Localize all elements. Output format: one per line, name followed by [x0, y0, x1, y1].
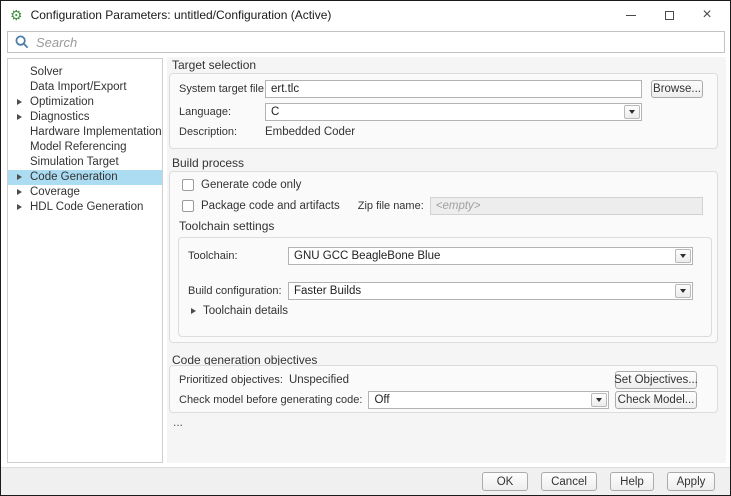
build-process-group: Generate code only Package code and arti… [169, 171, 718, 343]
toolchain-value: GNU GCC BeagleBone Blue [294, 250, 440, 262]
sidebar-item-simulation-target[interactable]: Simulation Target [8, 155, 162, 170]
sidebar-item-label: Optimization [30, 96, 94, 108]
sidebar-item-optimization[interactable]: Optimization [8, 95, 162, 110]
chevron-down-icon [680, 254, 686, 258]
window-controls: × [612, 1, 730, 29]
titlebar: ⚙ Configuration Parameters: untitled/Con… [1, 1, 730, 29]
target-selection-group: System target file: ert.tlc Browse... La… [169, 73, 718, 149]
dialog-footer: OK Cancel Help Apply [1, 467, 730, 495]
build-process-heading: Build process [172, 156, 244, 170]
check-model-dropdown[interactable]: Off [368, 391, 609, 409]
sidebar-item-label: Simulation Target [30, 156, 119, 168]
zip-file-name-placeholder: <empty> [436, 200, 481, 212]
sidebar-item-label: Code Generation [30, 171, 118, 183]
chevron-down-icon [629, 110, 635, 114]
toolchain-settings-group: Toolchain: GNU GCC BeagleBone Blue Build… [178, 237, 712, 337]
dropdown-arrow-button[interactable] [591, 393, 607, 407]
expand-arrow-icon [191, 308, 196, 314]
toolchain-details-label: Toolchain details [203, 305, 288, 317]
search-placeholder: Search [36, 35, 77, 50]
sidebar-item-coverage[interactable]: Coverage [8, 185, 162, 200]
sidebar-item-model-referencing[interactable]: Model Referencing [8, 140, 162, 155]
code-generation-pane: Target selection System target file: ert… [167, 57, 726, 463]
cancel-button[interactable]: Cancel [541, 472, 597, 491]
sidebar-item-label: Hardware Implementation [30, 126, 162, 138]
sidebar-item-label: HDL Code Generation [30, 201, 143, 213]
generate-code-only-checkbox[interactable] [182, 179, 194, 191]
system-target-file-input[interactable]: ert.tlc [265, 80, 642, 98]
description-value: Embedded Coder [265, 126, 355, 138]
check-model-button[interactable]: Check Model... [615, 391, 697, 409]
sidebar-item-code-generation[interactable]: Code Generation [8, 170, 162, 185]
minimize-button[interactable] [612, 1, 650, 29]
maximize-icon [665, 11, 674, 20]
toolchain-settings-heading: Toolchain settings [179, 219, 703, 233]
minimize-icon [626, 15, 636, 16]
search-input[interactable]: Search [7, 31, 725, 53]
configuration-parameters-window: ⚙ Configuration Parameters: untitled/Con… [0, 0, 731, 496]
system-target-file-value: ert.tlc [271, 83, 299, 95]
check-model-value: Off [374, 394, 389, 406]
toolchain-label: Toolchain: [188, 250, 288, 262]
build-configuration-value: Faster Builds [294, 285, 361, 297]
system-target-file-label: System target file: [179, 83, 265, 95]
set-objectives-button[interactable]: Set Objectives... [615, 371, 697, 389]
more-options-indicator[interactable]: ... [173, 415, 183, 429]
package-code-label: Package code and artifacts [201, 200, 340, 212]
description-label: Description: [179, 126, 265, 138]
sidebar-item-solver[interactable]: Solver [8, 65, 162, 80]
toolchain-details-expander[interactable]: Toolchain details [188, 305, 693, 317]
dropdown-arrow-button[interactable] [624, 105, 640, 119]
gear-icon: ⚙ [10, 8, 23, 22]
expand-arrow-icon[interactable] [17, 174, 22, 180]
chevron-down-icon [596, 398, 602, 402]
sidebar-item-label: Data Import/Export [30, 81, 127, 93]
close-icon: × [702, 7, 711, 23]
sidebar-item-label: Model Referencing [30, 141, 127, 153]
prioritized-objectives-value: Unspecified [289, 374, 349, 386]
ok-button[interactable]: OK [482, 472, 528, 491]
chevron-down-icon [680, 289, 686, 293]
category-tree: Solver Data Import/Export Optimization D… [7, 58, 163, 463]
prioritized-objectives-label: Prioritized objectives: [179, 374, 283, 386]
dropdown-arrow-button[interactable] [675, 284, 691, 298]
target-selection-heading: Target selection [172, 58, 256, 72]
zip-file-name-label: Zip file name: [358, 200, 424, 212]
apply-button[interactable]: Apply [667, 472, 715, 491]
sidebar-item-label: Coverage [30, 186, 80, 198]
language-label: Language: [179, 106, 265, 118]
expand-arrow-icon[interactable] [17, 189, 22, 195]
generate-code-only-label: Generate code only [201, 179, 301, 191]
expand-arrow-icon[interactable] [17, 204, 22, 210]
language-value: C [271, 106, 279, 118]
build-configuration-label: Build configuration: [188, 285, 288, 297]
expand-arrow-icon[interactable] [17, 114, 22, 120]
sidebar-item-label: Solver [30, 66, 63, 78]
close-button[interactable]: × [688, 1, 726, 29]
package-code-checkbox[interactable] [182, 200, 194, 212]
build-configuration-dropdown[interactable]: Faster Builds [288, 282, 693, 300]
zip-file-name-input: <empty> [430, 197, 703, 215]
sidebar-item-data-import-export[interactable]: Data Import/Export [8, 80, 162, 95]
code-generation-objectives-group: Prioritized objectives: Unspecified Set … [169, 365, 718, 413]
language-dropdown[interactable]: C [265, 103, 642, 121]
sidebar-item-label: Diagnostics [30, 111, 89, 123]
search-icon [15, 35, 29, 49]
maximize-button[interactable] [650, 1, 688, 29]
expand-arrow-icon[interactable] [17, 99, 22, 105]
sidebar-item-hdl-code-generation[interactable]: HDL Code Generation [8, 200, 162, 215]
check-model-label: Check model before generating code: [179, 394, 362, 406]
toolchain-dropdown[interactable]: GNU GCC BeagleBone Blue [288, 247, 693, 265]
dropdown-arrow-button[interactable] [675, 249, 691, 263]
browse-button[interactable]: Browse... [651, 80, 703, 98]
window-title: Configuration Parameters: untitled/Confi… [31, 8, 332, 22]
sidebar-item-hardware-implementation[interactable]: Hardware Implementation [8, 125, 162, 140]
sidebar-item-diagnostics[interactable]: Diagnostics [8, 110, 162, 125]
help-button[interactable]: Help [610, 472, 654, 491]
